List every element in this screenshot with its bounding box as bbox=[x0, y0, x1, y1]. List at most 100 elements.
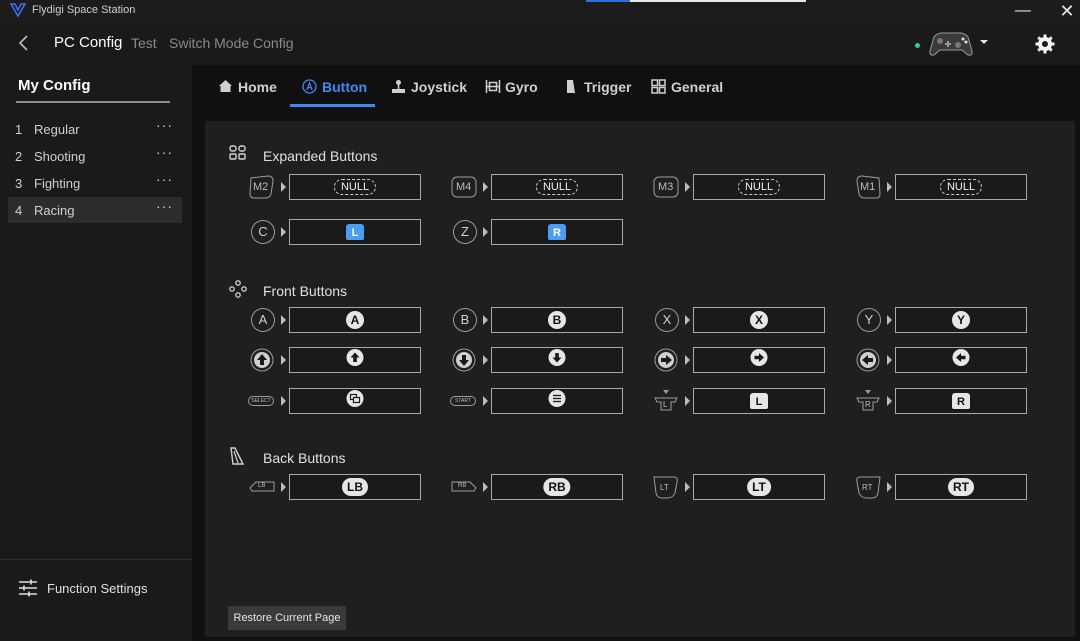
mapping-target-field[interactable]: LB bbox=[289, 474, 421, 500]
restore-current-page-button[interactable]: Restore Current Page bbox=[228, 606, 346, 630]
gear-icon[interactable] bbox=[1034, 33, 1056, 55]
binding-b[interactable]: B B bbox=[450, 307, 630, 333]
tab-button[interactable]: Button bbox=[302, 78, 380, 98]
mapping-target-field[interactable]: NULL bbox=[693, 174, 825, 200]
c-source: C bbox=[248, 219, 278, 245]
mapping-target-field[interactable]: Y bbox=[895, 307, 1027, 333]
app-title: Flydigi Space Station bbox=[32, 4, 136, 16]
binding-dpad-left[interactable] bbox=[854, 347, 1034, 373]
binding-lt[interactable]: LT LT bbox=[652, 474, 832, 500]
mapping-target-field[interactable] bbox=[895, 347, 1027, 373]
right-arrow-icon bbox=[750, 349, 768, 366]
binding-dpad-right[interactable] bbox=[652, 347, 832, 373]
tab-label: Joystick bbox=[411, 79, 468, 95]
y-source: Y bbox=[854, 307, 884, 333]
mapping-target-field[interactable]: L bbox=[289, 219, 421, 245]
config-sidebar: My Config 1 Regular ··· 2 Shooting ··· 3… bbox=[0, 65, 192, 641]
mapping-target-field[interactable]: NULL bbox=[289, 174, 421, 200]
minimize-icon[interactable]: — bbox=[1006, 0, 1040, 22]
chevron-left-icon[interactable] bbox=[14, 31, 34, 55]
mapping-target-field[interactable]: NULL bbox=[895, 174, 1027, 200]
right-arrow-icon bbox=[652, 347, 682, 373]
mapping-target-field[interactable] bbox=[693, 347, 825, 373]
tab-trigger[interactable]: Trigger bbox=[564, 78, 634, 98]
binding-a[interactable]: A A bbox=[248, 307, 428, 333]
tab-joystick[interactable]: Joystick bbox=[391, 78, 471, 98]
more-options-icon[interactable]: ··· bbox=[156, 198, 173, 214]
mapping-target-field[interactable]: B bbox=[491, 307, 623, 333]
config-number: 2 bbox=[15, 149, 23, 164]
nav-test[interactable]: Test bbox=[131, 35, 157, 51]
config-name: Racing bbox=[34, 203, 75, 218]
nav-switch-mode-config[interactable]: Switch Mode Config bbox=[169, 35, 294, 51]
binding-l-stick[interactable]: L L bbox=[652, 388, 832, 414]
binding-m1[interactable]: M1 NULL bbox=[854, 174, 1034, 200]
gyro-icon bbox=[485, 80, 501, 93]
up-arrow-icon bbox=[248, 347, 278, 373]
home-icon bbox=[219, 80, 232, 92]
more-options-icon[interactable]: ··· bbox=[156, 117, 173, 133]
nav-pc-config[interactable]: PC Config bbox=[54, 34, 122, 51]
binding-y[interactable]: Y Y bbox=[854, 307, 1034, 333]
sidebar-item-fighting[interactable]: 3 Fighting ··· bbox=[8, 170, 182, 196]
up-arrow-icon bbox=[346, 349, 364, 366]
tab-general[interactable]: General bbox=[651, 78, 729, 98]
config-number: 4 bbox=[15, 203, 23, 218]
m2-source: M2 bbox=[248, 174, 278, 200]
rt-source: RT bbox=[854, 474, 884, 500]
down-arrow-icon bbox=[548, 349, 566, 366]
mapping-target-field[interactable] bbox=[491, 388, 623, 414]
mapping-target-field[interactable]: NULL bbox=[491, 174, 623, 200]
sidebar-item-regular[interactable]: 1 Regular ··· bbox=[8, 116, 182, 142]
binding-dpad-up[interactable] bbox=[248, 347, 428, 373]
binding-m2[interactable]: M2 NULL bbox=[248, 174, 428, 200]
mapping-target-field[interactable]: R bbox=[895, 388, 1027, 414]
section-back-buttons: Back Buttons bbox=[229, 447, 429, 467]
close-icon[interactable]: ✕ bbox=[1050, 0, 1080, 22]
binding-rt[interactable]: RT RT bbox=[854, 474, 1034, 500]
mapping-target-field[interactable]: X bbox=[693, 307, 825, 333]
joystick-icon bbox=[392, 80, 405, 93]
mapping-target-field[interactable] bbox=[289, 388, 421, 414]
more-options-icon[interactable]: ··· bbox=[156, 171, 173, 187]
function-settings-button[interactable]: Function Settings bbox=[18, 577, 178, 601]
tab-label: General bbox=[671, 79, 724, 95]
binding-rb[interactable]: RB RB bbox=[450, 474, 630, 500]
r-stick-source: R bbox=[854, 388, 884, 414]
controller-icon[interactable] bbox=[928, 29, 974, 57]
tab-home[interactable]: Home bbox=[218, 78, 288, 98]
binding-m3[interactable]: M3 NULL bbox=[652, 174, 832, 200]
a-source: A bbox=[248, 307, 278, 333]
binding-m4[interactable]: M4 NULL bbox=[450, 174, 630, 200]
mapping-target-field[interactable] bbox=[289, 347, 421, 373]
binding-c[interactable]: C L bbox=[248, 219, 428, 245]
menu-icon bbox=[548, 390, 566, 407]
tab-label: Button bbox=[322, 79, 368, 95]
section-title: Expanded Buttons bbox=[263, 148, 378, 164]
back-buttons-icon bbox=[230, 447, 245, 465]
sidebar-item-racing[interactable]: 4 Racing ··· bbox=[8, 197, 182, 223]
mapping-target-field[interactable]: R bbox=[491, 219, 623, 245]
mapping-target-field[interactable] bbox=[491, 347, 623, 373]
mapping-target-field[interactable]: RB bbox=[491, 474, 623, 500]
mapping-target-field[interactable]: L bbox=[693, 388, 825, 414]
binding-start[interactable]: START bbox=[450, 388, 630, 414]
mapping-target-field[interactable]: LT bbox=[693, 474, 825, 500]
mapping-target-field[interactable]: A bbox=[289, 307, 421, 333]
sidebar-item-shooting[interactable]: 2 Shooting ··· bbox=[8, 143, 182, 169]
binding-select[interactable]: SELECT bbox=[248, 388, 428, 414]
config-number: 3 bbox=[15, 176, 23, 191]
binding-lb[interactable]: LB LB bbox=[248, 474, 428, 500]
mapping-target-field[interactable]: RT bbox=[895, 474, 1027, 500]
binding-r-stick[interactable]: R R bbox=[854, 388, 1034, 414]
binding-dpad-down[interactable] bbox=[450, 347, 630, 373]
trigger-icon bbox=[567, 80, 575, 93]
binding-z[interactable]: Z R bbox=[450, 219, 630, 245]
tab-gyro[interactable]: Gyro bbox=[485, 78, 547, 98]
rb-source: RB bbox=[450, 474, 480, 500]
chevron-down-icon[interactable] bbox=[979, 38, 989, 46]
binding-x[interactable]: X X bbox=[652, 307, 832, 333]
sidebar-divider bbox=[0, 559, 192, 560]
more-options-icon[interactable]: ··· bbox=[156, 144, 173, 160]
m3-source: M3 bbox=[652, 174, 682, 200]
